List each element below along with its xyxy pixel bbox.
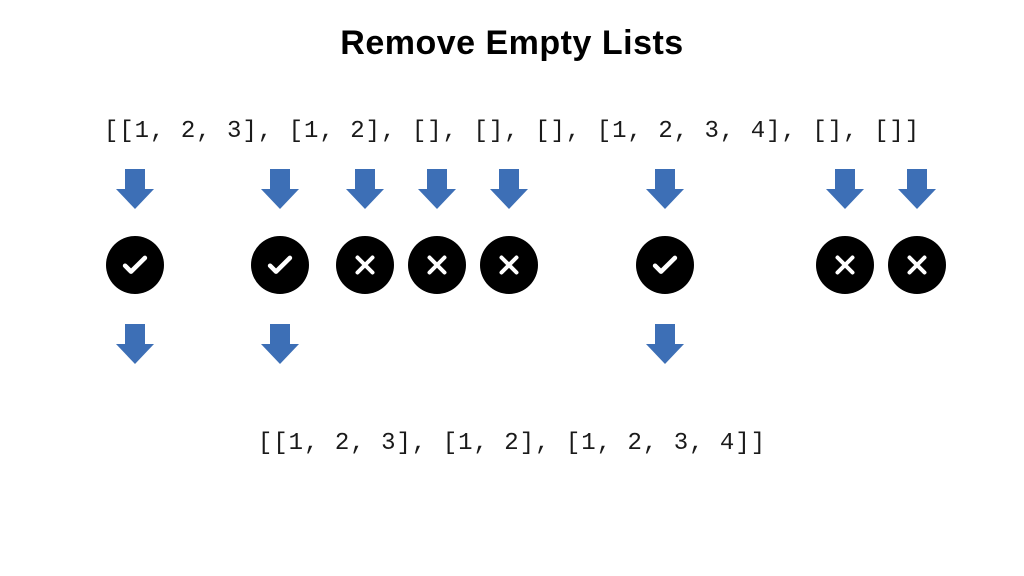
keep-badge bbox=[235, 230, 325, 300]
x-icon bbox=[816, 236, 874, 294]
discard-badge bbox=[402, 230, 472, 300]
x-icon bbox=[888, 236, 946, 294]
discard-badge bbox=[330, 230, 400, 300]
discard-badge bbox=[474, 230, 544, 300]
keep-badge bbox=[590, 230, 740, 300]
x-icon bbox=[408, 236, 466, 294]
keep-badge bbox=[75, 230, 195, 300]
arrow-down-icon bbox=[882, 165, 952, 215]
x-icon bbox=[336, 236, 394, 294]
check-icon bbox=[106, 236, 164, 294]
arrow-down-icon bbox=[75, 165, 195, 215]
input-list-code: [[1, 2, 3], [1, 2], [], [], [], [1, 2, 3… bbox=[0, 118, 1024, 145]
arrow-row-output bbox=[0, 320, 1024, 380]
arrow-down-icon bbox=[235, 320, 325, 370]
discard-badge bbox=[882, 230, 952, 300]
discard-badge bbox=[810, 230, 880, 300]
page-title: Remove Empty Lists bbox=[0, 24, 1024, 63]
arrow-down-icon bbox=[590, 165, 740, 215]
badge-row bbox=[0, 230, 1024, 290]
diagram-stage: Remove Empty Lists [[1, 2, 3], [1, 2], [… bbox=[0, 0, 1024, 576]
arrow-down-icon bbox=[590, 320, 740, 370]
check-icon bbox=[636, 236, 694, 294]
arrow-down-icon bbox=[75, 320, 195, 370]
arrow-down-icon bbox=[474, 165, 544, 215]
arrow-down-icon bbox=[330, 165, 400, 215]
output-list-code: [[1, 2, 3], [1, 2], [1, 2, 3, 4]] bbox=[0, 430, 1024, 457]
arrow-row-input bbox=[0, 165, 1024, 225]
check-icon bbox=[251, 236, 309, 294]
x-icon bbox=[480, 236, 538, 294]
arrow-down-icon bbox=[235, 165, 325, 215]
arrow-down-icon bbox=[810, 165, 880, 215]
arrow-down-icon bbox=[402, 165, 472, 215]
